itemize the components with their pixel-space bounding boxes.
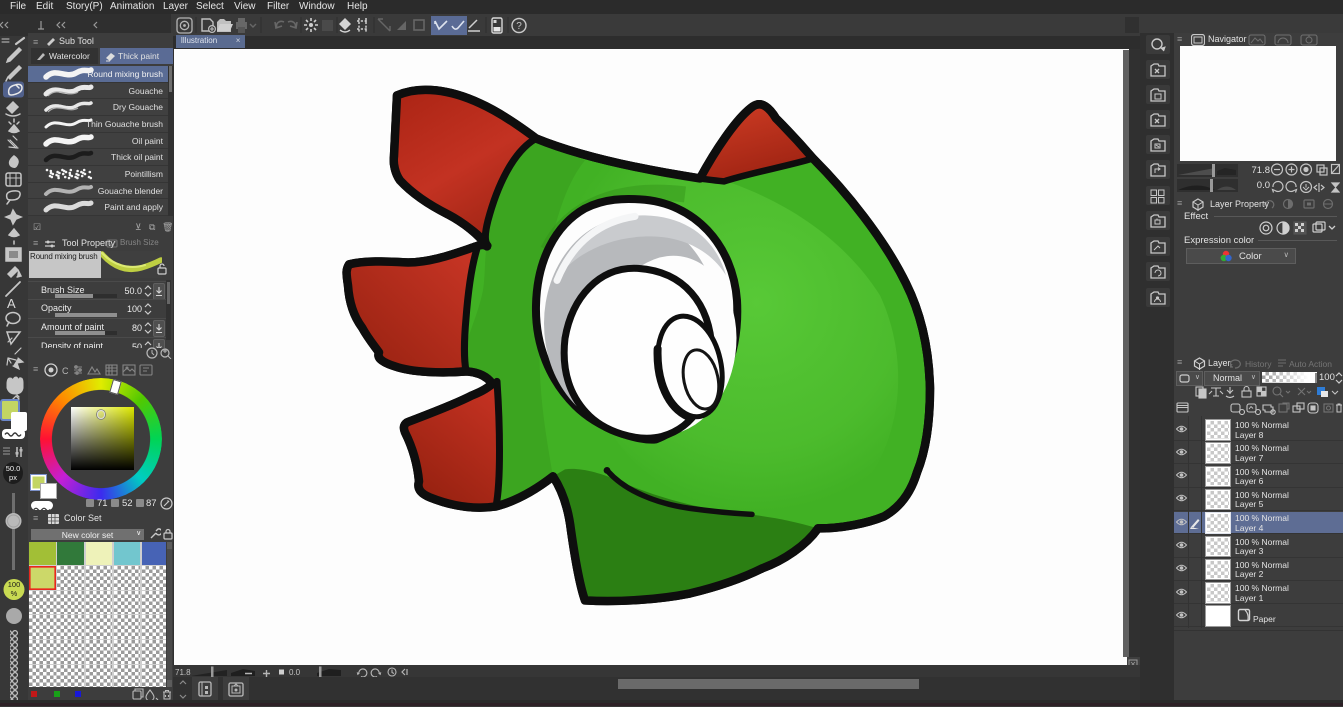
svg-text:100: 100 (8, 580, 21, 589)
svg-text:History: History (1245, 359, 1272, 369)
svg-text:%: % (11, 589, 18, 598)
svg-text:0.0: 0.0 (289, 668, 301, 677)
svg-text:px: px (9, 473, 17, 482)
svg-text:?: ? (516, 21, 522, 32)
svg-text:C: C (62, 366, 69, 376)
svg-text:50.0: 50.0 (6, 464, 21, 473)
svg-text:A: A (7, 296, 16, 311)
svg-text:Auto Action: Auto Action (1289, 359, 1332, 369)
